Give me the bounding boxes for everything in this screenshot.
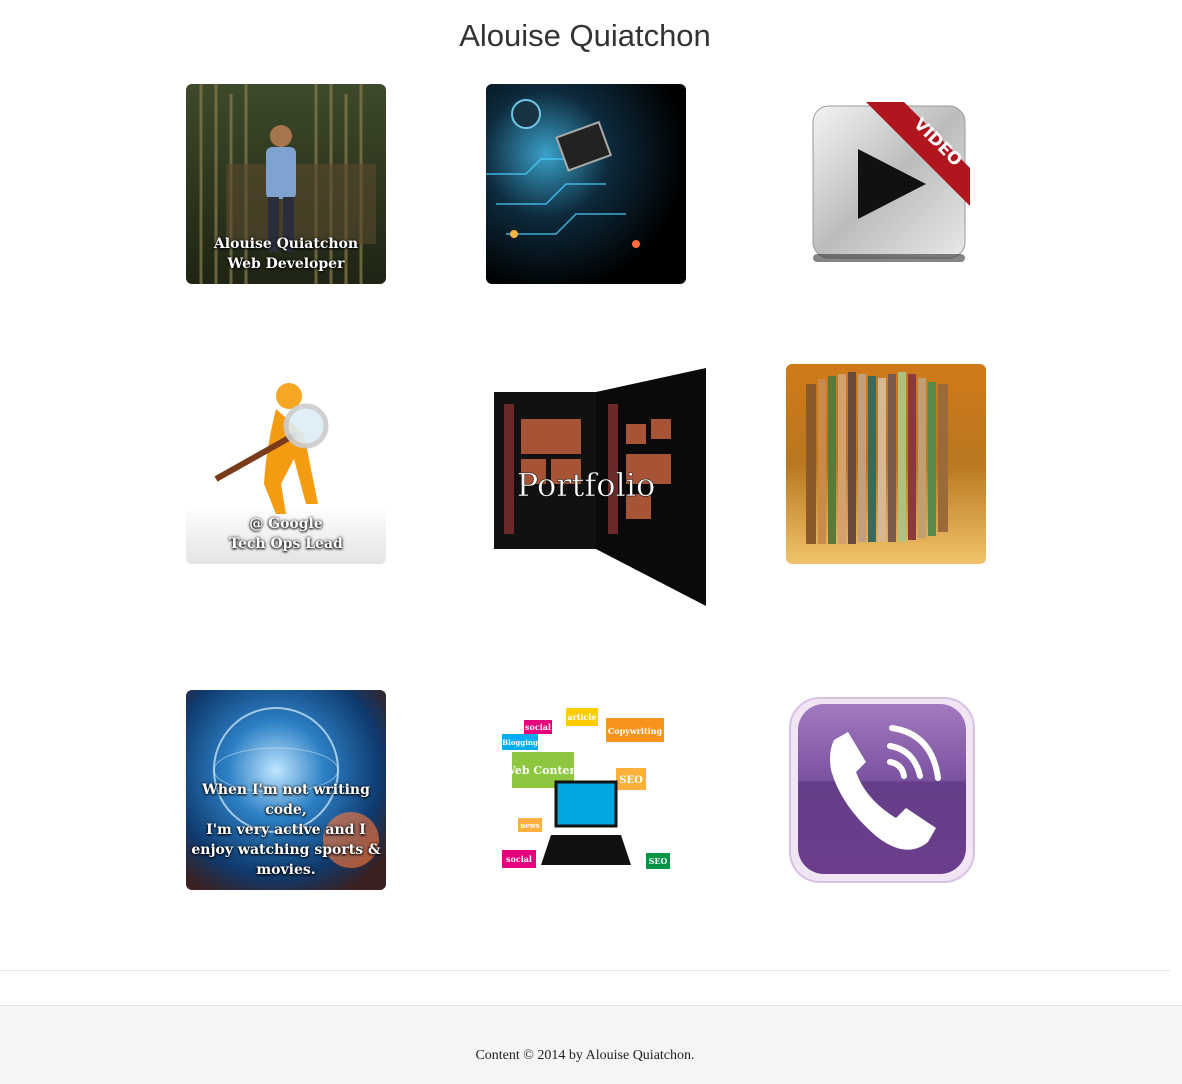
hobbies-tile[interactable]: When I'm not writing code, I'm very acti… [186,690,386,890]
caption-line: When I'm not writing [202,782,370,798]
phone-icon [789,697,975,883]
google-caption: @ Google Tech Ops Lead [186,514,386,554]
portfolio-book-icon: Portfolio [494,368,706,606]
caption-line: Alouise Quiatchon [213,236,359,252]
circuit-board-icon [486,84,686,284]
divider [0,970,1170,971]
bubble-label: Blogging [502,738,538,747]
bubble-label: social [506,854,532,864]
bubble-label: SEO [619,775,643,786]
caption-line: Web Developer [227,256,345,272]
viber-tile[interactable] [786,690,986,890]
bubble-label: Copywriting [608,726,663,736]
album-tile[interactable] [786,364,986,564]
portfolio-tile[interactable]: Portfolio [486,364,716,614]
page-title: Alouise Quiatchon [459,18,711,53]
footer-text: Content © 2014 by Alouise Quiatchon. [475,1048,695,1063]
caption-line: movies. [256,862,316,878]
bubble-label: SEO [649,856,668,866]
portfolio-label: Portfolio [517,466,656,504]
footer: Content © 2014 by Alouise Quiatchon. [0,1005,1182,1084]
caption-line: enjoy watching sports & [191,842,381,858]
tech-tile[interactable] [486,84,686,284]
video-play-icon: VIDEO [812,102,970,262]
web-content-tile[interactable]: social article Blogging Copywriting Web … [486,690,686,890]
caption-line: I'm very active and I [206,822,366,838]
bubble-label: article [567,712,596,722]
photo-album-icon [786,364,986,564]
video-tile[interactable]: VIDEO [786,84,986,284]
bubble-label: social [525,722,551,732]
hobbies-caption: When I'm not writing code, I'm very acti… [186,780,386,880]
web-content-icon: social article Blogging Copywriting Web … [486,690,686,890]
caption-line: code, [265,802,307,818]
bubble-label: Web Content [502,764,583,777]
profile-tile[interactable]: Alouise Quiatchon Web Developer [186,84,386,284]
google-tile[interactable]: @ Google Tech Ops Lead [186,364,386,564]
bubble-label: news [520,821,540,830]
caption-line: @ Google [249,516,323,532]
profile-caption: Alouise Quiatchon Web Developer [186,234,386,274]
caption-line: Tech Ops Lead [229,536,343,552]
